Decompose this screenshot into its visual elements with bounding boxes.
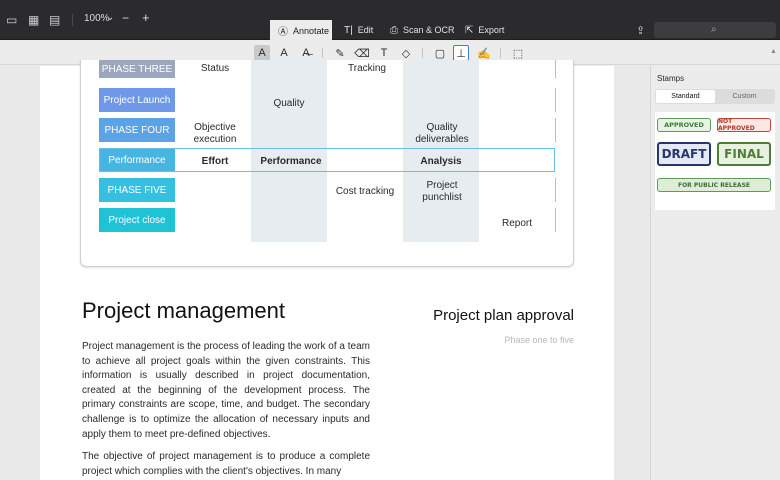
tab-export-label: Export [478, 25, 505, 35]
phase-label[interactable]: Project Launch [99, 88, 175, 112]
project-table-card: PHASE THREE Project Launch PHASE FOUR Pe… [80, 60, 574, 267]
tab-scan-ocr-label: Scan & OCR [403, 25, 455, 35]
text-box-icon[interactable]: T [376, 45, 392, 61]
tool-divider [422, 48, 423, 58]
table-cell: Quality [273, 98, 305, 109]
table-cell: Cost tracking [335, 186, 395, 197]
text-size-icon[interactable]: A [276, 45, 292, 61]
body-paragraph: The objective of project management is t… [82, 451, 370, 477]
strikethrough-icon[interactable]: A̶ [298, 45, 314, 61]
tab-export[interactable]: ⇱ Export [457, 20, 512, 40]
segment-standard[interactable]: Standard [656, 90, 715, 103]
table-cell: Report [501, 218, 532, 229]
table-cell: Status [200, 63, 230, 74]
eraser-icon[interactable]: ⌫ [354, 45, 370, 61]
shapes-icon[interactable]: ◇ [398, 45, 414, 61]
toolbar-divider [72, 14, 73, 26]
stamp-not-approved[interactable]: NOT APPROVED [717, 118, 771, 132]
tab-annotate[interactable]: Ⓐ Annotate [270, 20, 332, 41]
export-icon: ⇱ [465, 24, 474, 36]
table-cell: Objective execution [193, 122, 237, 145]
zoom-out-button[interactable]: − [122, 11, 129, 25]
text-highlight-icon[interactable]: A [254, 45, 270, 61]
stamp-final[interactable]: FINAL [717, 142, 771, 166]
table-cell: Quality deliverables [415, 122, 469, 145]
tab-annotate-label: Annotate [293, 25, 330, 36]
search-icon: ⌕ [711, 24, 717, 35]
phase-label[interactable]: PHASE FIVE [99, 178, 175, 202]
signature-icon[interactable]: ✍ [476, 45, 492, 61]
document-area[interactable]: PHASE THREE Project Launch PHASE FOUR Pe… [0, 60, 650, 480]
stamp-for-public-release[interactable]: FOR PUBLIC RELEASE [657, 178, 771, 192]
table-cell: Tracking [348, 63, 386, 74]
share-icon[interactable]: ⇪ [636, 24, 645, 37]
stamp-segment-control: Standard Custom [655, 89, 775, 104]
search-input[interactable]: ⌕ [654, 22, 776, 38]
body-paragraph: Project management is the process of lea… [82, 341, 370, 440]
stamp-icon[interactable]: ⊥ [453, 45, 469, 61]
segment-custom[interactable]: Custom [715, 90, 774, 103]
table-cell: Analysis [420, 156, 462, 167]
phase-label[interactable]: Project close [99, 208, 175, 232]
sidebar-toggle-icon[interactable]: ▭ [6, 14, 17, 26]
row-divider [555, 88, 556, 112]
row-divider [555, 60, 556, 78]
row-divider [555, 208, 556, 232]
annotate-icon: Ⓐ [278, 27, 288, 38]
document-page: PHASE THREE Project Launch PHASE FOUR Pe… [40, 60, 614, 480]
table-cell: Effort [201, 156, 229, 167]
edit-icon: T| [344, 24, 353, 36]
page-view-icon[interactable]: ▤ [49, 14, 60, 26]
scan-icon: ⎙ [390, 24, 398, 36]
tab-edit-label: Edit [357, 25, 374, 35]
sidebar-title: Stamps [657, 74, 685, 83]
phase-label[interactable]: PHASE THREE [99, 60, 175, 78]
tab-edit[interactable]: T| Edit [336, 20, 381, 40]
table-cell: Performance [260, 156, 322, 167]
top-toolbar: ▭ ▦ ▤ 100% ⌄ − + Ⓐ Annotate T| Edit ⎙ Sc… [0, 0, 780, 41]
phase-label[interactable]: PHASE FOUR [99, 118, 175, 142]
zoom-in-button[interactable]: + [142, 10, 150, 25]
row-divider [555, 118, 556, 142]
side-subtitle: Phase one to five [504, 335, 574, 345]
side-title: Project plan approval [433, 307, 574, 324]
pen-icon[interactable]: ✎ [332, 45, 348, 61]
stamp-approved[interactable]: APPROVED [657, 118, 711, 132]
stamp-draft[interactable]: DRAFT [657, 142, 711, 166]
scroll-up-arrow[interactable]: ▲ [770, 48, 777, 55]
tab-scan-ocr[interactable]: ⎙ Scan & OCR [382, 20, 463, 40]
page-title: Project management [82, 298, 285, 323]
comment-icon[interactable]: ▢ [432, 45, 448, 61]
tool-divider [500, 48, 501, 58]
row-divider [555, 178, 556, 202]
stamp-list: APPROVED NOT APPROVED DRAFT FINAL FOR PU… [655, 112, 775, 210]
tool-divider [322, 48, 323, 58]
chevron-down-icon[interactable]: ⌄ [106, 12, 114, 23]
crop-icon[interactable]: ⬚ [510, 45, 526, 61]
table-cell: Project punchlist [422, 180, 462, 203]
stamps-sidebar: Stamps Standard Custom APPROVED NOT APPR… [650, 66, 780, 480]
grid-view-icon[interactable]: ▦ [28, 14, 39, 26]
